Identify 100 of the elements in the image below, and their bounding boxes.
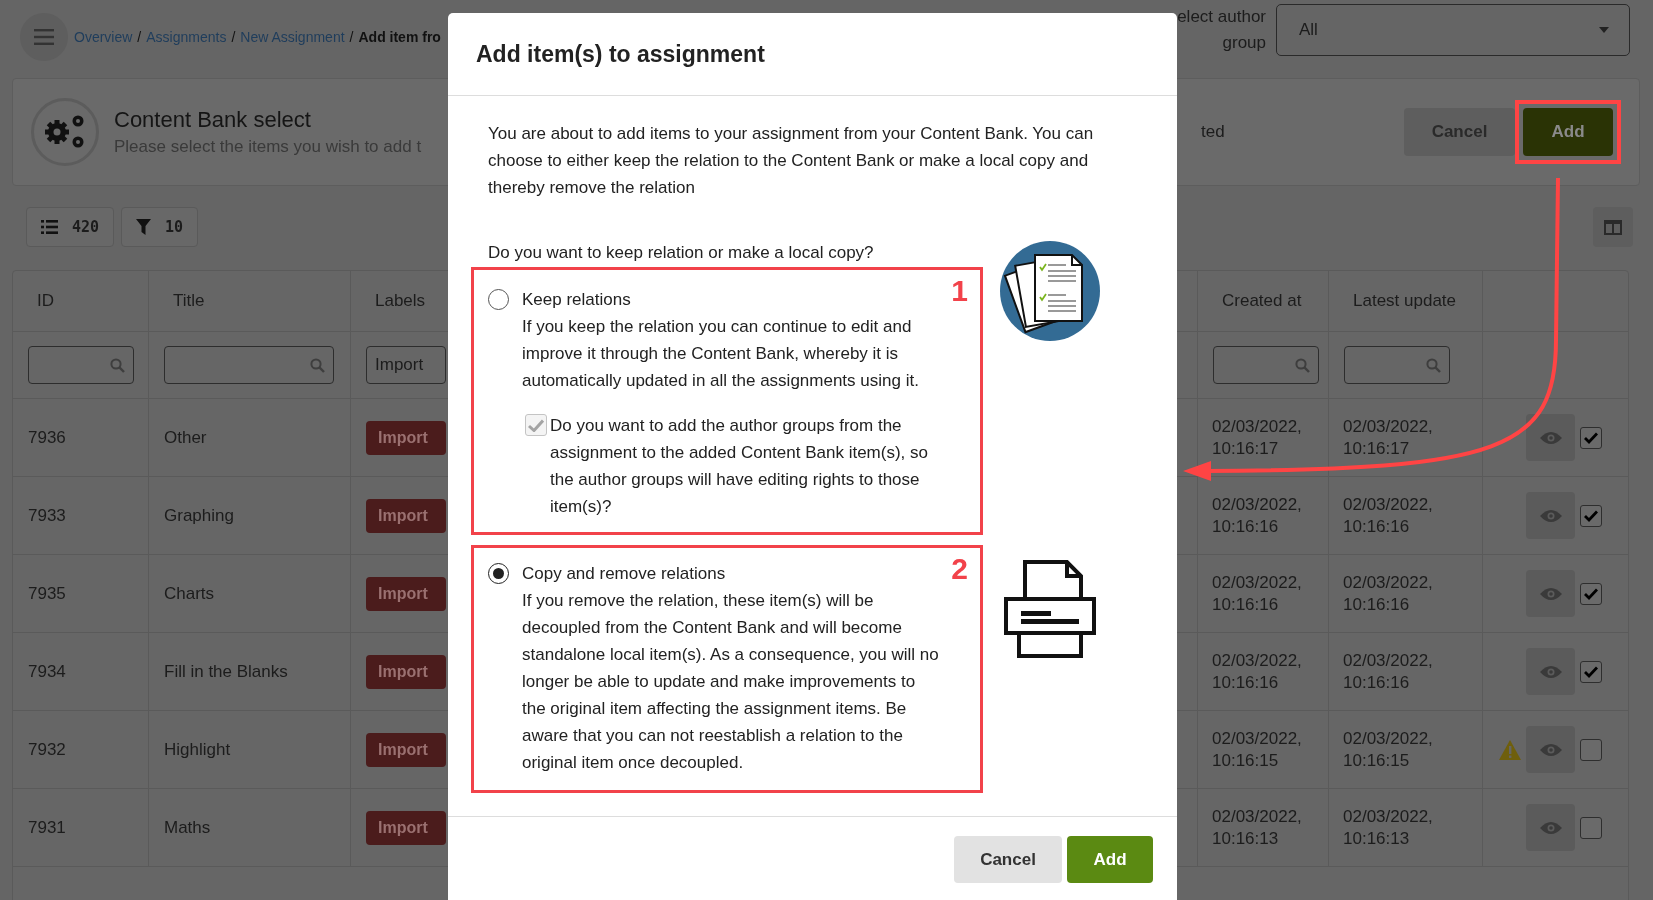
preview-button[interactable] <box>1526 726 1575 773</box>
table-cell: 7933 <box>13 477 149 554</box>
columns-icon <box>1604 219 1622 235</box>
option-description: If you keep the relation you can continue to edit and improve it through the Content Bank, whereby it is automatically updated in all the assignments using it. <box>522 316 920 392</box>
filter-field[interactable] <box>28 346 134 384</box>
table-cell: Charts <box>149 555 351 632</box>
label-filter-field[interactable]: Import <box>366 346 446 384</box>
author-group-select[interactable]: All <box>1276 4 1630 56</box>
preview-button[interactable] <box>1526 570 1575 617</box>
add-button[interactable]: Add <box>1067 836 1153 883</box>
table-cell: 02/03/2022, 10:16:16 <box>1329 633 1483 710</box>
check-icon <box>1584 665 1598 678</box>
row-checkbox[interactable] <box>1580 738 1602 761</box>
menu-icon <box>34 29 54 45</box>
table-cell: 02/03/2022, 10:16:16 <box>1198 555 1329 632</box>
preview-button[interactable] <box>1526 492 1575 539</box>
table-cell: Highlight <box>149 711 351 788</box>
check-icon <box>1584 431 1598 444</box>
label-tag: Import <box>366 498 446 533</box>
check-icon <box>1584 587 1598 600</box>
row-checkbox[interactable] <box>1580 660 1602 683</box>
label-tag: Import <box>366 576 446 611</box>
option-label: Keep relations <box>522 289 632 311</box>
menu-button[interactable] <box>20 13 68 61</box>
table-cell: Fill in the Blanks <box>149 633 351 710</box>
column-header: ID <box>37 291 54 311</box>
breadcrumb-current: Add item fro <box>358 29 441 45</box>
table-cell: Other <box>149 399 351 476</box>
table-cell: 02/03/2022, 10:16:17 <box>1329 399 1483 476</box>
option-label: Copy and remove relations <box>522 563 727 585</box>
eye-icon <box>1539 742 1562 757</box>
field-label: elect author group <box>1176 6 1266 54</box>
preview-button[interactable] <box>1526 648 1575 695</box>
eye-icon <box>1539 664 1562 679</box>
table-cell: Graphing <box>149 477 351 554</box>
sub-option-label: Do you want to add the author groups from the assignment to the added Content Bank item(s), so the author groups will have editing rights to those item(s)? <box>550 415 929 518</box>
document-tray-icon <box>1003 559 1097 659</box>
search-icon <box>110 357 125 373</box>
cancel-button[interactable]: Cancel <box>954 836 1062 883</box>
label-tag: Import <box>366 732 446 767</box>
search-icon <box>1295 357 1310 373</box>
column-header: Created at <box>1222 291 1302 311</box>
breadcrumb-separator: / <box>137 29 142 45</box>
eye-icon <box>1539 430 1562 445</box>
label-tag: Import <box>366 810 446 845</box>
filter-count[interactable]: 10 <box>121 207 199 247</box>
item-count[interactable]: 420 <box>26 207 115 247</box>
check-icon <box>1584 509 1598 522</box>
table-cell: 7936 <box>13 399 149 476</box>
eye-icon <box>1539 586 1562 601</box>
table-cell: 02/03/2022, 10:16:16 <box>1329 477 1483 554</box>
list-icon <box>41 220 58 234</box>
preview-button[interactable] <box>1526 804 1575 851</box>
caret-icon <box>1599 27 1609 33</box>
add-button[interactable]: Add <box>1523 108 1613 156</box>
radio-button[interactable] <box>488 289 509 310</box>
annotation-number: 1 <box>951 274 968 308</box>
table-cell: 02/03/2022, 10:16:16 <box>1329 555 1483 632</box>
check-icon <box>528 418 544 432</box>
filter-field[interactable] <box>1213 346 1319 384</box>
breadcrumb-link[interactable]: New Assignment <box>240 29 345 45</box>
table-cell: 02/03/2022, 10:16:16 <box>1198 633 1329 710</box>
radio-button[interactable] <box>488 563 509 584</box>
table-cell: 7935 <box>13 555 149 632</box>
filter-field[interactable] <box>1344 346 1450 384</box>
column-header: Labels <box>375 291 426 311</box>
table-cell: 02/03/2022, 10:16:13 <box>1198 789 1329 866</box>
dialog-text: You are about to add items to your assignment from your Content Bank. You can choose to either keep the relation to the Content Bank or make a local copy and thereby remove the relation <box>488 123 1095 199</box>
columns-button[interactable] <box>1593 207 1633 247</box>
row-checkbox[interactable] <box>1580 426 1602 449</box>
breadcrumb-separator: / <box>231 29 236 45</box>
table-cell: 7932 <box>13 711 149 788</box>
label-tag: Import <box>366 654 446 689</box>
breadcrumb-link[interactable]: Overview <box>74 29 133 45</box>
row-checkbox[interactable] <box>1580 504 1602 527</box>
row-checkbox[interactable] <box>1580 816 1602 839</box>
preview-button[interactable] <box>1526 414 1575 461</box>
breadcrumb-separator: / <box>349 29 354 45</box>
search-icon <box>1426 357 1441 373</box>
annotation-number: 2 <box>951 552 968 586</box>
table-cell: Maths <box>149 789 351 866</box>
eye-icon <box>1539 508 1562 523</box>
label-tag: Import <box>366 420 446 455</box>
eye-icon <box>1539 820 1562 835</box>
selection-text: ted <box>1201 122 1225 142</box>
row-checkbox[interactable] <box>1580 582 1602 605</box>
question-text: Do you want to keep relation or make a local copy? <box>488 242 875 264</box>
search-icon <box>310 357 325 373</box>
option-description: If you remove the relation, these item(s) will be decoupled from the Content Bank and will become standalone local item(s). As a consequence, you will no longer be able to update and make improvements to the original item affecting the assignment items. Be aware that you can not reestablish a relation to the original item once decoupled. <box>522 590 940 774</box>
table-cell: 02/03/2022, 10:16:15 <box>1329 711 1483 788</box>
dialog-title: Add item(s) to assignment <box>476 40 765 68</box>
table-cell: 7931 <box>13 789 149 866</box>
documents-icon <box>1000 241 1100 341</box>
filter-icon <box>136 219 152 235</box>
breadcrumb-link[interactable]: Assignments <box>146 29 227 45</box>
filter-field[interactable] <box>164 346 334 384</box>
page-title: Content Bank select <box>114 107 312 133</box>
column-header: Title <box>173 291 205 311</box>
table-cell: 02/03/2022, 10:16:15 <box>1198 711 1329 788</box>
table-cell: 02/03/2022, 10:16:13 <box>1329 789 1483 866</box>
